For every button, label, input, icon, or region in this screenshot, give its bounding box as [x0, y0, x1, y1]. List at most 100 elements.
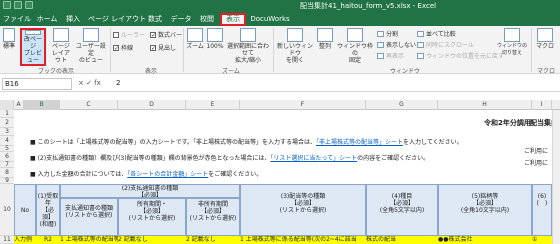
- page-break-preview-button[interactable]: 改ページ プレビュー: [20, 28, 46, 66]
- header-no: No: [14, 184, 36, 236]
- headings-checkbox[interactable]: ✓ 見出し: [150, 43, 176, 52]
- sync-scroll-button[interactable]: 同時にスクロール: [417, 40, 474, 49]
- cell-category[interactable]: 株式の配当: [366, 236, 438, 244]
- cell-issue[interactable]: ●●株式会社: [438, 236, 532, 244]
- macros-button[interactable]: マクロ: [534, 28, 556, 50]
- page-layout-icon: [53, 28, 69, 42]
- header-dividend-kind: (3)配当等の種類 【必須】 (リストから選択): [240, 184, 366, 236]
- row-header[interactable]: 1: [0, 110, 14, 118]
- ribbon-tabs: ファイル ホーム 挿入 ページ レイアウト 数式 データ 校閲 表示 DocuW…: [0, 11, 560, 26]
- group-label-show: 表示: [145, 68, 158, 75]
- cell-example-label[interactable]: 入力例: [14, 236, 36, 244]
- group-separator: [110, 28, 111, 72]
- window-title: 配当集計41_haitou_form_v5.xlsx - Excel: [300, 2, 437, 10]
- column-header[interactable]: F: [240, 100, 366, 110]
- column-header[interactable]: H: [438, 100, 532, 110]
- arrange-all-button[interactable]: 整列: [316, 28, 334, 50]
- instruction-line-3: ■ 入力した金額の合計については、「各シートの合計金額」シートをご確認ください。: [30, 171, 263, 178]
- gridlines-checkbox[interactable]: ✓ 枠線: [113, 43, 133, 52]
- name-box[interactable]: B16: [2, 78, 72, 90]
- cell-notice-kind[interactable]: 1 上場株式等の配当等: [60, 236, 118, 244]
- group-label-workbook-views: ブックの表示: [38, 68, 75, 75]
- note-2: ご利用に: [524, 160, 549, 167]
- magnifier-icon: [187, 28, 203, 42]
- undo-icon[interactable]: [14, 1, 22, 9]
- tab-page-layout[interactable]: ページ レイアウト: [88, 13, 146, 26]
- formula-controls[interactable]: × ✓ fx: [78, 79, 101, 87]
- zoom-100-icon: [207, 28, 223, 42]
- select-all-corner[interactable]: [0, 100, 14, 110]
- custom-views-button[interactable]: ユーザー設定 のビュー: [74, 28, 108, 64]
- column-headers: A B C D E F G H I: [0, 100, 560, 110]
- switch-windows-icon: [504, 28, 520, 42]
- cell-nonholding[interactable]: 2 記載なし: [186, 236, 240, 244]
- row-header[interactable]: 2: [0, 118, 14, 128]
- view-side-by-side-button[interactable]: 並べて比較: [417, 29, 456, 38]
- cell-col6[interactable]: ①: [532, 236, 552, 244]
- tab-insert[interactable]: 挿入: [62, 13, 84, 26]
- header-issue: (5)銘柄等 【必須】 (全角10文字以内): [438, 184, 532, 236]
- tab-review[interactable]: 校閲: [196, 13, 218, 26]
- sheet-title: 令和2年分調用: [484, 119, 531, 127]
- cell-dividend-kind[interactable]: 1 上場株式等に係る配当等(次の2~4に該当: [240, 236, 366, 244]
- group-separator: [183, 28, 184, 72]
- ruler-checkbox[interactable]: ルーラー: [113, 30, 145, 39]
- row-header[interactable]: 3: [0, 128, 14, 136]
- zoom-button[interactable]: ズーム: [186, 28, 204, 50]
- arrange-icon: [317, 28, 333, 42]
- column-header[interactable]: B: [24, 100, 60, 110]
- split-icon: [377, 30, 384, 37]
- cell-holding[interactable]: 2 記載なし: [118, 236, 186, 244]
- hide-button[interactable]: 表示しない: [377, 40, 416, 49]
- link-sheet-totals[interactable]: 「各シートの合計金額」シート: [127, 171, 208, 178]
- tab-file[interactable]: ファイル: [2, 13, 32, 26]
- reset-window-button[interactable]: ウィンドウの位置を元に戻す: [417, 51, 504, 60]
- zoom-to-selection-button[interactable]: 選択範囲に合わせて 拡大/縮小: [226, 28, 270, 64]
- column-header[interactable]: I: [532, 100, 552, 110]
- column-header[interactable]: A: [14, 100, 24, 110]
- cell-year[interactable]: R2: [36, 236, 60, 244]
- formula-bar-checkbox[interactable]: ✓ 数式バー: [150, 30, 182, 39]
- page-layout-button[interactable]: ページ レイアウト: [50, 28, 72, 64]
- new-window-button[interactable]: 新しいウィンドウ を開く: [276, 28, 314, 64]
- row-header[interactable]: 11: [0, 236, 14, 244]
- group-separator: [273, 28, 274, 72]
- group-label-window: ウィンドウ: [390, 68, 421, 75]
- column-header[interactable]: E: [186, 100, 240, 110]
- hide-icon: [377, 41, 384, 48]
- tab-docuworks[interactable]: DocuWorks: [250, 13, 290, 26]
- row-header[interactable]: 10: [0, 184, 14, 236]
- group-separator: [531, 28, 532, 72]
- vertical-scrollbar[interactable]: [552, 110, 560, 244]
- link-unlisted-dividends[interactable]: 「非上場株式等の配当等」シート: [316, 139, 403, 146]
- group-label-zoom: ズーム: [222, 68, 240, 75]
- tab-formulas[interactable]: 数式: [144, 13, 166, 26]
- formula-input[interactable]: 2: [116, 79, 120, 87]
- split-button[interactable]: 分割: [377, 29, 398, 38]
- header-year: (1)受取年 【必須】 (和暦): [36, 184, 60, 236]
- zoom-100-button[interactable]: 100%: [206, 28, 224, 50]
- new-window-icon: [287, 28, 303, 42]
- sync-scroll-icon: [417, 41, 424, 48]
- macro-icon: [537, 28, 553, 42]
- column-header[interactable]: D: [118, 100, 186, 110]
- unhide-button[interactable]: 再表示: [377, 51, 404, 60]
- unhide-icon: [377, 52, 384, 59]
- tab-home[interactable]: ホーム: [34, 13, 60, 26]
- tab-view[interactable]: 表示: [220, 13, 246, 26]
- title-bar: 配当集計41_haitou_form_v5.xlsx - Excel: [0, 0, 560, 11]
- freeze-panes-button[interactable]: ウィンドウ枠の 固定: [336, 28, 374, 64]
- normal-view-button[interactable]: 標準: [2, 28, 16, 50]
- tab-data[interactable]: データ: [168, 13, 194, 26]
- column-header[interactable]: C: [60, 100, 118, 110]
- save-icon[interactable]: [3, 1, 11, 9]
- redo-icon[interactable]: [25, 1, 33, 9]
- note-1: ご利用に: [524, 148, 549, 155]
- header-non-holding: 非所有期間 【必須】 (リストから選択): [186, 198, 240, 236]
- column-header[interactable]: G: [366, 100, 438, 110]
- freeze-panes-icon: [347, 28, 363, 42]
- link-list-selection[interactable]: 「リスト選択に当たって」シート: [270, 155, 357, 162]
- side-by-side-icon: [417, 30, 424, 37]
- header-holding-period: 所有期間・ 【必須】 (リストから選択): [118, 198, 186, 236]
- switch-windows-button[interactable]: ウィンドウの切り替え: [496, 28, 528, 57]
